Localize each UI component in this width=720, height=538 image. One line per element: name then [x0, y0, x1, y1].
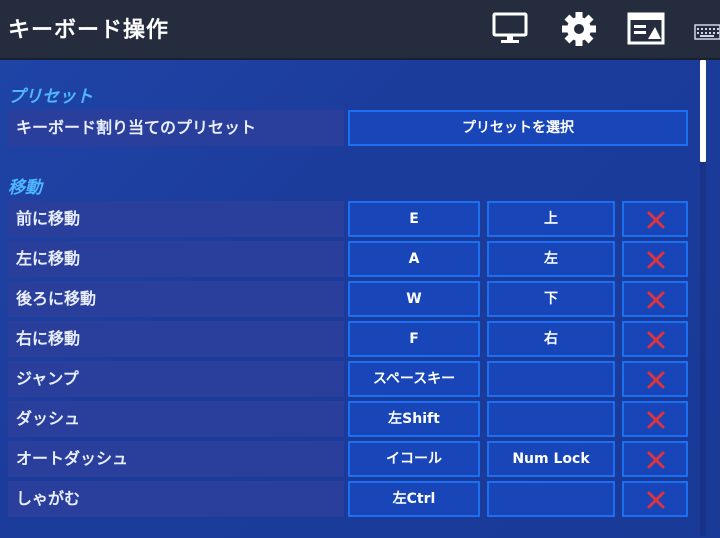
- secondary-key-button[interactable]: 下: [487, 281, 615, 317]
- preset-row-label: キーボード割り当てのプリセット: [8, 110, 344, 146]
- binding-row-auto-sprint: オートダッシュ イコール Num Lock: [8, 441, 698, 477]
- binding-row-sprint: ダッシュ 左Shift: [8, 401, 698, 437]
- binding-row-move-right: 右に移動 F 右: [8, 321, 698, 357]
- binding-label: ダッシュ: [8, 401, 344, 437]
- clear-binding-button[interactable]: [622, 481, 688, 517]
- clear-binding-button[interactable]: [622, 401, 688, 437]
- binding-row-jump: ジャンプ スペースキー: [8, 361, 698, 397]
- clear-binding-button[interactable]: [622, 441, 688, 477]
- scrollbar-thumb[interactable]: [700, 60, 706, 162]
- gear-icon[interactable]: [560, 10, 598, 48]
- primary-key-button[interactable]: E: [348, 201, 480, 237]
- secondary-key-button[interactable]: [487, 361, 615, 397]
- binding-label: 左に移動: [8, 241, 344, 277]
- close-icon: [647, 451, 665, 469]
- primary-key-button[interactable]: スペースキー: [348, 361, 480, 397]
- select-preset-button[interactable]: プリセットを選択: [348, 110, 688, 146]
- binding-label: オートダッシュ: [8, 441, 344, 477]
- secondary-key-button[interactable]: [487, 481, 615, 517]
- primary-key-button[interactable]: イコール: [348, 441, 480, 477]
- close-icon: [647, 251, 665, 269]
- section-header-movement: 移動: [8, 178, 42, 198]
- primary-key-button[interactable]: 左Ctrl: [348, 481, 480, 517]
- primary-key-button[interactable]: 左Shift: [348, 401, 480, 437]
- binding-row-move-back: 後ろに移動 W 下: [8, 281, 698, 317]
- secondary-key-button[interactable]: 上: [487, 201, 615, 237]
- primary-key-button[interactable]: W: [348, 281, 480, 317]
- section-header-preset: プリセット: [8, 87, 93, 107]
- clear-binding-button[interactable]: [622, 281, 688, 317]
- primary-key-button[interactable]: A: [348, 241, 480, 277]
- page-title: キーボード操作: [8, 18, 170, 43]
- close-icon: [647, 211, 665, 229]
- secondary-key-button[interactable]: [487, 401, 615, 437]
- close-icon: [647, 411, 665, 429]
- clear-binding-button[interactable]: [622, 321, 688, 357]
- binding-row-move-forward: 前に移動 E 上: [8, 201, 698, 237]
- secondary-key-button[interactable]: Num Lock: [487, 441, 615, 477]
- scrollbar[interactable]: [700, 60, 706, 536]
- clear-binding-button[interactable]: [622, 361, 688, 397]
- binding-row-crouch: しゃがむ 左Ctrl: [8, 481, 698, 517]
- primary-key-button[interactable]: F: [348, 321, 480, 357]
- close-icon: [647, 371, 665, 389]
- secondary-key-button[interactable]: 左: [487, 241, 615, 277]
- close-icon: [647, 291, 665, 309]
- keyboard-icon[interactable]: [694, 24, 720, 40]
- settings-content: プリセット キーボード割り当てのプリセット プリセットを選択 移動 前に移動 E…: [0, 58, 720, 538]
- display-settings-icon[interactable]: [627, 12, 665, 46]
- secondary-key-button[interactable]: 右: [487, 321, 615, 357]
- close-icon: [647, 491, 665, 509]
- binding-label: しゃがむ: [8, 481, 344, 517]
- monitor-icon[interactable]: [492, 12, 528, 46]
- binding-label: 後ろに移動: [8, 281, 344, 317]
- binding-label: 右に移動: [8, 321, 344, 357]
- binding-label: 前に移動: [8, 201, 344, 237]
- clear-binding-button[interactable]: [622, 201, 688, 237]
- close-icon: [647, 331, 665, 349]
- binding-label: ジャンプ: [8, 361, 344, 397]
- preset-row: キーボード割り当てのプリセット プリセットを選択: [8, 110, 698, 146]
- top-bar: キーボード操作: [0, 0, 720, 58]
- clear-binding-button[interactable]: [622, 241, 688, 277]
- binding-row-move-left: 左に移動 A 左: [8, 241, 698, 277]
